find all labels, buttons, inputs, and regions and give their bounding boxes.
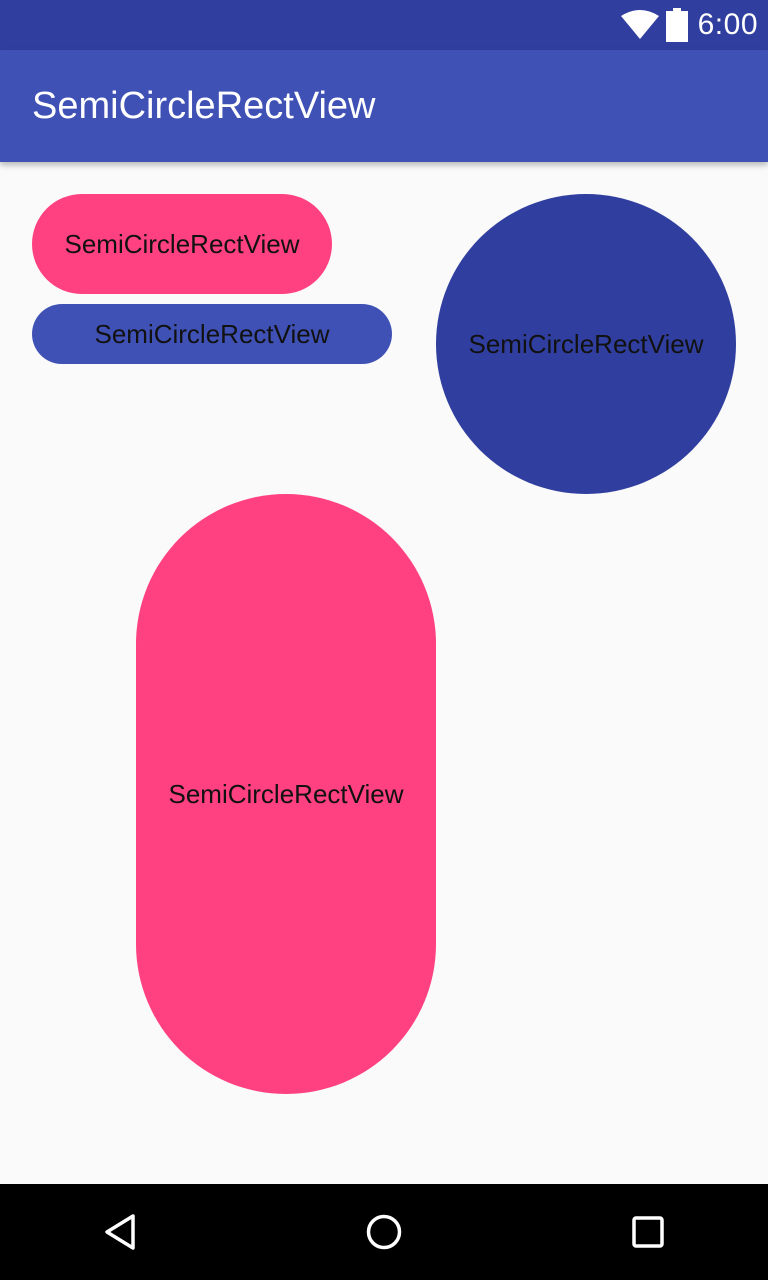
recents-button[interactable]	[600, 1184, 696, 1280]
semicircle-rect-view-pink-small[interactable]: SemiCircleRectView	[32, 194, 332, 294]
semicircle-rect-view-pink-tall[interactable]: SemiCircleRectView	[136, 494, 436, 1094]
navigation-bar	[0, 1184, 768, 1280]
back-button[interactable]	[72, 1184, 168, 1280]
battery-icon	[665, 8, 688, 42]
recents-icon	[632, 1216, 664, 1248]
view-label: SemiCircleRectView	[468, 328, 704, 359]
back-icon	[105, 1214, 135, 1250]
wifi-icon	[620, 10, 660, 40]
home-icon	[366, 1214, 402, 1250]
view-label: SemiCircleRectView	[64, 228, 300, 259]
app-bar: SemiCircleRectView	[0, 50, 768, 162]
view-label: SemiCircleRectView	[168, 778, 404, 809]
page-title: SemiCircleRectView	[32, 85, 376, 127]
status-icons: 6:00	[620, 0, 758, 50]
semicircle-rect-view-indigo[interactable]: SemiCircleRectView	[32, 304, 392, 364]
status-bar: 6:00	[0, 0, 768, 50]
status-time: 6:00	[697, 8, 758, 41]
home-button[interactable]	[336, 1184, 432, 1280]
semicircle-rect-view-circle[interactable]: SemiCircleRectView	[436, 194, 736, 494]
view-label: SemiCircleRectView	[94, 318, 330, 349]
